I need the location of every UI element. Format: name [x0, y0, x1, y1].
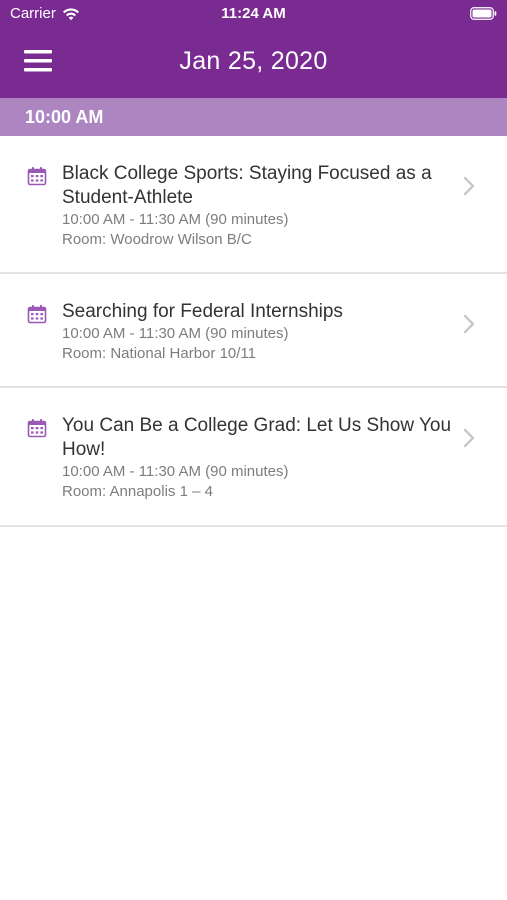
- session-details: Searching for Federal Internships 10:00 …: [62, 300, 452, 364]
- session-title: You Can Be a College Grad: Let Us Show Y…: [62, 415, 452, 460]
- status-bar: Carrier 11:24 AM: [0, 0, 507, 28]
- chevron-right-icon: [463, 176, 475, 196]
- session-room: Room: Annapolis 1 – 4: [62, 483, 213, 500]
- session-details: Black College Sports: Staying Focused as…: [62, 162, 452, 250]
- session-row[interactable]: Black College Sports: Staying Focused as…: [0, 136, 507, 274]
- calendar-icon: [27, 166, 47, 186]
- chevron-right-icon: [463, 314, 475, 334]
- app-header: Carrier 11:24 AM Jan 25, 2020: [0, 0, 507, 98]
- session-details: You Can Be a College Grad: Let Us Show Y…: [62, 414, 452, 502]
- session-row[interactable]: You Can Be a College Grad: Let Us Show Y…: [0, 388, 507, 527]
- nav-bar: Jan 25, 2020: [0, 28, 507, 98]
- session-list: Black College Sports: Staying Focused as…: [0, 136, 507, 527]
- session-time: 10:00 AM - 11:30 AM (90 minutes): [62, 463, 289, 480]
- status-time: 11:24 AM: [221, 5, 286, 22]
- calendar-icon: [27, 418, 47, 438]
- page-title: Jan 25, 2020: [179, 47, 328, 75]
- calendar-icon: [27, 304, 47, 324]
- session-row[interactable]: Searching for Federal Internships 10:00 …: [0, 274, 507, 388]
- session-room: Room: National Harbor 10/11: [62, 345, 256, 362]
- session-time: 10:00 AM - 11:30 AM (90 minutes): [62, 211, 289, 228]
- session-room: Room: Woodrow Wilson B/C: [62, 231, 252, 248]
- session-title: Searching for Federal Internships: [62, 301, 343, 322]
- session-time: 10:00 AM - 11:30 AM (90 minutes): [62, 325, 289, 342]
- battery-icon: [470, 7, 497, 20]
- chevron-right-icon: [463, 428, 475, 448]
- section-header-time: 10:00 AM: [0, 98, 507, 136]
- session-title: Black College Sports: Staying Focused as…: [62, 163, 432, 208]
